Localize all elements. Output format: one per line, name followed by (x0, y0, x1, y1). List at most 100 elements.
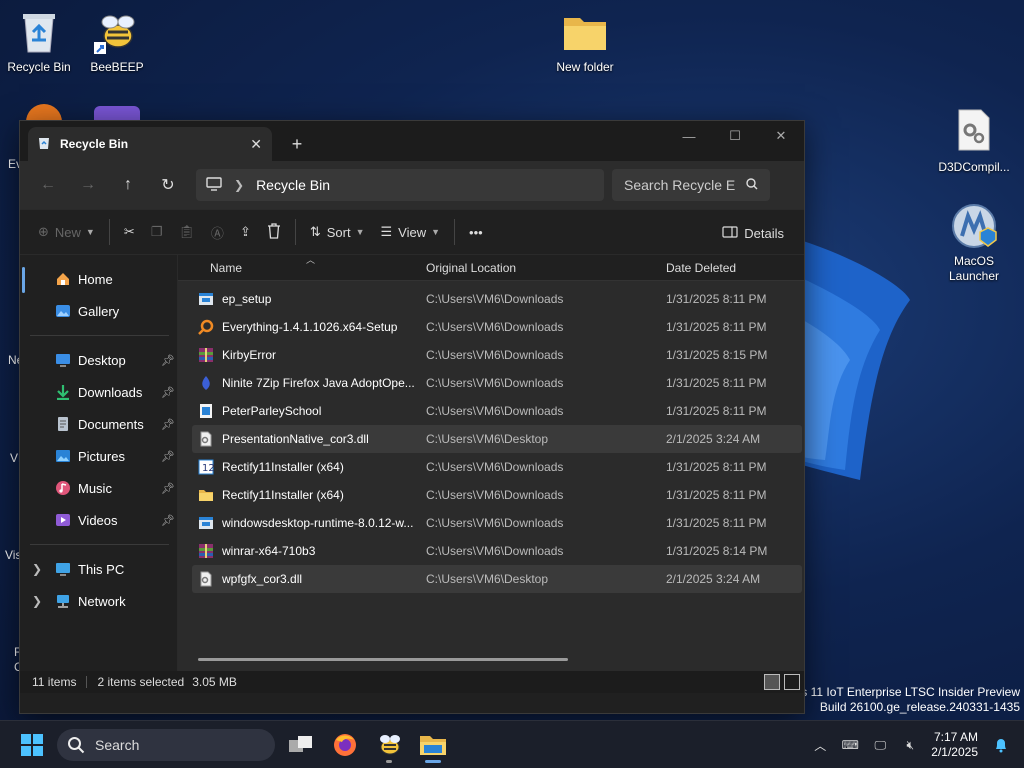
file-row[interactable]: Rectify11Installer (x64) C:\Users\VM6\Dow… (192, 481, 802, 509)
running-indicator (425, 759, 441, 763)
pin-icon[interactable]: 📌︎ (161, 354, 175, 367)
nav-item-downloads[interactable]: Downloads 📌︎ (20, 376, 177, 408)
rename-button[interactable]: Ⓐ (203, 215, 232, 249)
view-button[interactable]: ☰ View ▼ (373, 215, 449, 249)
file-row[interactable]: Everything-1.4.1.1026.x64-Setup C:\Users\… (192, 313, 802, 341)
desktop-icon-new-folder[interactable]: New folder (540, 8, 630, 75)
file-row[interactable]: PeterParleySchool C:\Users\VM6\Downloads 1… (192, 397, 802, 425)
column-name[interactable]: Name (178, 261, 426, 275)
notification-bell-icon[interactable] (986, 730, 1016, 760)
file-name: Rectify11Installer (x64) (222, 488, 344, 502)
file-date-deleted: 1/31/2025 8:11 PM (666, 516, 767, 530)
details-view-icon[interactable] (764, 674, 780, 690)
macos-launcher-icon (950, 202, 998, 250)
desktop-icon-d3dcompiler[interactable]: D3DCompil... (929, 104, 1019, 175)
file-name: Ninite 7Zip Firefox Java AdoptOpe... (222, 376, 415, 390)
file-row[interactable]: PresentationNative_cor3.dll C:\Users\VM6\… (192, 425, 802, 453)
file-list: ︿ Name Original Location Date Deleted ep… (178, 255, 804, 671)
keyboard-icon[interactable]: ⌨ (835, 730, 865, 760)
file-row[interactable]: 12 Rectify11Installer (x64) C:\Users\VM6\D… (192, 453, 802, 481)
pin-icon[interactable]: 📌︎ (161, 482, 175, 495)
tab-title: Recycle Bin (60, 137, 129, 151)
clock[interactable]: 7:17 AM 2/1/2025 (931, 730, 978, 760)
file-row[interactable]: winrar-x64-710b3 C:\Users\VM6\Downloads 1/… (192, 537, 802, 565)
cut-button[interactable]: ✂ (116, 215, 143, 249)
paste-button[interactable]: 📋︎ (170, 215, 203, 249)
status-bar: 11 items 2 items selected 3.05 MB (20, 671, 804, 693)
file-row[interactable]: wpfgfx_cor3.dll C:\Users\VM6\Desktop 2/1/2… (192, 565, 802, 593)
column-original-location[interactable]: Original Location (426, 261, 666, 275)
horizontal-scrollbar[interactable] (198, 658, 568, 661)
chevron-right-icon[interactable]: ❯ (32, 562, 42, 576)
file-row[interactable]: KirbyError C:\Users\VM6\Downloads 1/31/202… (192, 341, 802, 369)
taskbar-search[interactable]: Search (57, 728, 275, 761)
network-status-icon[interactable]: 🖵︎ (865, 730, 895, 760)
copy-icon: ❐ (150, 224, 163, 239)
desktop-icon-label: BeeBEEP (90, 60, 144, 74)
file-date-deleted: 1/31/2025 8:11 PM (666, 488, 767, 502)
refresh-button[interactable]: ↻ (148, 169, 188, 201)
close-window-button[interactable]: ✕ (758, 121, 804, 151)
nav-item-desktop[interactable]: Desktop 📌︎ (20, 344, 177, 376)
file-date-deleted: 1/31/2025 8:15 PM (666, 348, 768, 362)
nav-item-label: Videos (78, 512, 118, 528)
new-tab-button[interactable]: + (282, 129, 312, 159)
pc-icon (54, 560, 72, 578)
folder-icon (561, 8, 609, 56)
copy-button[interactable]: ❐ (143, 215, 171, 249)
nav-item-home[interactable]: Home (20, 263, 177, 295)
sort-button[interactable]: ⇅ Sort ▼ (302, 215, 373, 249)
breadcrumb-current: Recycle Bin (256, 177, 330, 193)
nav-item-videos[interactable]: Videos 📌︎ (20, 504, 177, 536)
nav-item-network[interactable]: ❯ Network (20, 585, 177, 617)
pin-icon[interactable]: 📌︎ (161, 450, 175, 463)
file-row[interactable]: windowsdesktop-runtime-8.0.12-w... C:\Use… (192, 509, 802, 537)
firefox-button[interactable] (325, 725, 365, 765)
maximize-button[interactable]: ☐ (712, 121, 758, 151)
up-button[interactable]: ↑ (108, 169, 148, 201)
file-row[interactable]: ep_setup C:\Users\VM6\Downloads 1/31/2025 … (192, 285, 802, 313)
nav-item-music[interactable]: Music 📌︎ (20, 472, 177, 504)
forward-button[interactable]: → (68, 169, 108, 201)
file-date-deleted: 1/31/2025 8:11 PM (666, 320, 767, 334)
file-date-deleted: 2/1/2025 3:24 AM (666, 432, 761, 446)
file-explorer-window: Recycle Bin ✕ + — ☐ ✕ ← → ↑ ↻ ❯ Recycle … (19, 120, 805, 714)
nav-item-this-pc[interactable]: ❯ This PC (20, 553, 177, 585)
nav-item-gallery[interactable]: Gallery (20, 295, 177, 327)
pin-icon[interactable]: 📌︎ (161, 386, 175, 399)
tiles-view-icon[interactable] (784, 674, 800, 690)
task-view-button[interactable] (281, 725, 321, 765)
dll-icon (198, 571, 214, 587)
nav-item-pictures[interactable]: Pictures 📌︎ (20, 440, 177, 472)
running-indicator (386, 759, 392, 763)
show-hidden-icons-chevron[interactable]: ︿ (805, 730, 835, 760)
chevron-right-icon[interactable]: ❯ (32, 594, 42, 608)
start-button[interactable] (15, 728, 49, 762)
search-input[interactable]: Search Recycle E (612, 169, 770, 201)
nav-item-documents[interactable]: Documents 📌︎ (20, 408, 177, 440)
new-button[interactable]: ⊕ New ▼ (30, 215, 103, 249)
column-date-deleted[interactable]: Date Deleted (666, 261, 802, 275)
selection-size: 3.05 MB (192, 675, 237, 689)
pin-icon[interactable]: 📌︎ (161, 514, 175, 527)
beebeep-taskbar-button[interactable] (369, 725, 409, 765)
tab-close-icon[interactable]: ✕ (250, 136, 262, 153)
volume-muted-icon[interactable]: 🔇︎ (895, 730, 925, 760)
installer-icon (198, 291, 214, 307)
delete-button[interactable] (259, 215, 289, 249)
file-explorer-taskbar-button[interactable] (413, 725, 453, 765)
tab-recycle-bin[interactable]: Recycle Bin ✕ (28, 127, 272, 161)
divider (108, 219, 110, 245)
file-row[interactable]: Ninite 7Zip Firefox Java AdoptOpe... C:\U… (192, 369, 802, 397)
desktop-icon-macos-launcher[interactable]: MacOS Launcher (929, 202, 1019, 284)
details-button[interactable]: Details (714, 216, 792, 250)
minimize-button[interactable]: — (666, 121, 712, 151)
archive-icon (198, 543, 214, 559)
breadcrumb[interactable]: ❯ Recycle Bin (196, 169, 604, 201)
back-button[interactable]: ← (28, 169, 68, 201)
more-options-button[interactable]: ••• (461, 215, 491, 249)
share-button[interactable]: ⇪ (232, 215, 259, 249)
desktop-icon-beebeep[interactable]: BeeBEEP (72, 8, 162, 75)
file-name: PeterParleySchool (222, 404, 322, 418)
pin-icon[interactable]: 📌︎ (161, 418, 175, 431)
